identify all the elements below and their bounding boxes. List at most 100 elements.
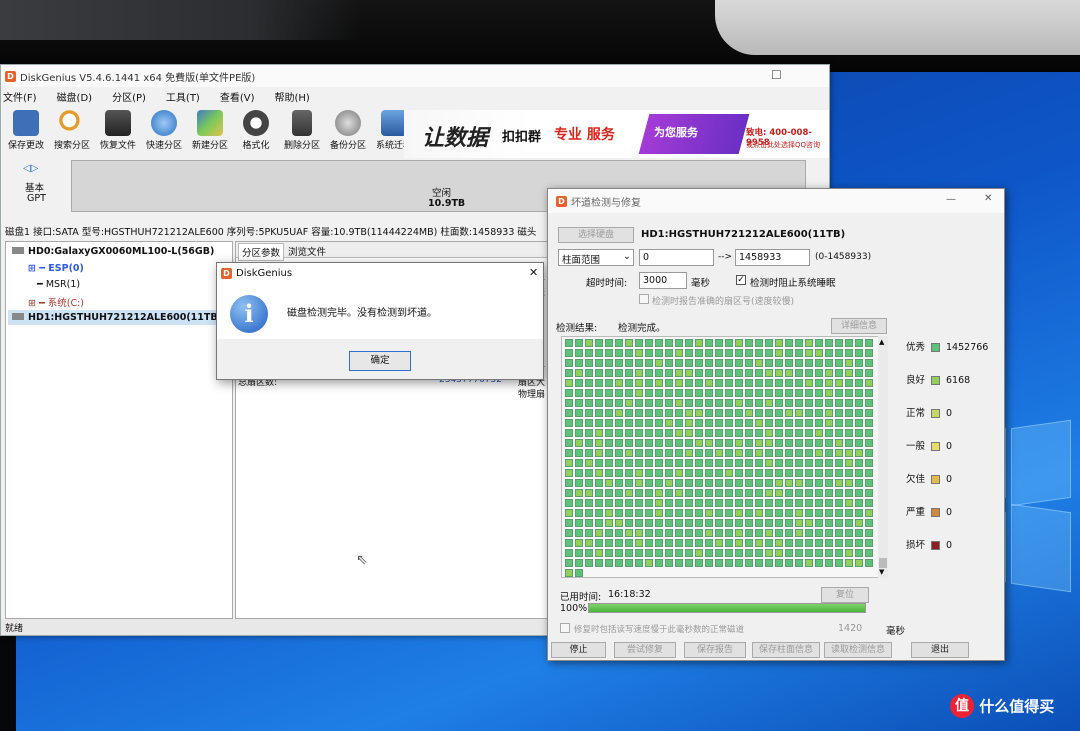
sector-block — [605, 549, 613, 557]
sector-block — [615, 369, 623, 377]
tab-browse-files[interactable]: 浏览文件 — [288, 244, 326, 258]
search-partition-button[interactable]: 搜索分区 — [49, 107, 95, 157]
tree-item-msr[interactable]: ━ MSR(1) — [28, 279, 80, 290]
sector-block — [585, 559, 593, 567]
tree-item-esp[interactable]: ⊞ ━ ESP(0) — [28, 263, 84, 274]
sector-block — [765, 469, 773, 477]
sector-block — [845, 529, 853, 537]
sector-block — [615, 409, 623, 417]
sector-block — [855, 419, 863, 427]
sector-block — [685, 449, 693, 457]
legend-label: 欠佳 — [906, 474, 926, 485]
scroll-up-icon[interactable]: ▲ — [879, 338, 884, 346]
sector-block — [745, 489, 753, 497]
tree-item-system-c[interactable]: ⊞ ━ 系统(C:) — [28, 295, 84, 309]
ok-button[interactable]: 确定 — [349, 351, 411, 371]
tree-item-hd1[interactable]: HD1:HGSTHUH721212ALE600(11TB — [8, 310, 230, 325]
sector-block — [705, 529, 713, 537]
sector-block — [705, 349, 713, 357]
tree-item-hd0[interactable]: HD0:GalaxyGX0060ML100-L(56GB) — [12, 246, 214, 257]
stop-button[interactable]: 停止 — [551, 642, 606, 658]
quick-partition-button[interactable]: 快速分区 — [141, 107, 187, 157]
ad-banner[interactable]: 让数据 扣扣群 专业 服务 为您服务 致电: 400-008-9958 或点击此… — [404, 110, 829, 158]
sector-block — [575, 339, 583, 347]
backup-partition-button[interactable]: 备份分区 — [325, 107, 371, 157]
reset-button[interactable]: 复位 — [821, 587, 869, 603]
sector-block — [755, 359, 763, 367]
menu-view[interactable]: 查看(V) — [220, 89, 255, 107]
nav-arrows-icon[interactable]: ◁▷ — [23, 163, 38, 174]
sector-block — [845, 419, 853, 427]
save-report-button[interactable]: 保存报告 — [684, 642, 746, 658]
sector-block — [845, 369, 853, 377]
sector-block — [805, 459, 813, 467]
sector-block — [685, 479, 693, 487]
legend-item: 正常 0 — [906, 405, 952, 419]
sector-block — [595, 459, 603, 467]
sector-block — [645, 549, 653, 557]
range-from-input[interactable]: 0 — [639, 249, 714, 266]
menu-file[interactable]: 文件(F) — [3, 89, 37, 107]
sector-block — [595, 339, 603, 347]
sector-block — [595, 519, 603, 527]
app-icon: D — [5, 70, 16, 82]
elapsed-time: 16:18:32 — [608, 589, 651, 600]
exit-button[interactable]: 退出 — [911, 642, 969, 658]
select-disk-button[interactable]: 选择硬盘 — [558, 227, 634, 243]
sector-block — [785, 559, 793, 567]
sector-block — [745, 339, 753, 347]
sector-block — [625, 449, 633, 457]
minimize-button[interactable]: — — [946, 194, 956, 205]
details-button[interactable]: 详细信息 — [831, 318, 887, 334]
repair-slow-checkbox[interactable] — [560, 623, 570, 633]
sector-block — [665, 359, 673, 367]
sector-block — [775, 509, 783, 517]
progress-text: 100% — [560, 603, 588, 614]
sector-block — [715, 399, 723, 407]
close-icon[interactable]: ✕ — [529, 266, 538, 279]
maximize-button[interactable]: ☐ — [771, 68, 782, 82]
read-scan-info-button[interactable]: 读取检测信息 — [824, 642, 892, 658]
tab-partition-params[interactable]: 分区参数 — [238, 243, 285, 261]
save-changes-button[interactable]: 保存更改 — [3, 107, 49, 157]
legend-item: 欠佳 0 — [906, 471, 952, 485]
range-to-input[interactable]: 1458933 — [735, 249, 810, 266]
recover-files-button[interactable]: 恢复文件 — [95, 107, 141, 157]
close-icon[interactable]: ✕ — [984, 193, 992, 204]
sector-block — [625, 459, 633, 467]
menu-partition[interactable]: 分区(P) — [112, 89, 146, 107]
sector-block — [695, 389, 703, 397]
range-type-select[interactable]: 柱面范围 ⌄ — [558, 249, 634, 266]
delete-partition-button[interactable]: 删除分区 — [279, 107, 325, 157]
new-partition-button[interactable]: 新建分区 — [187, 107, 233, 157]
timeout-input[interactable]: 3000 — [639, 272, 687, 289]
menu-tools[interactable]: 工具(T) — [166, 89, 200, 107]
sector-block — [605, 459, 613, 467]
sector-block — [795, 499, 803, 507]
sector-block — [845, 539, 853, 547]
legend-swatch — [931, 475, 941, 484]
sector-block — [645, 489, 653, 497]
sector-block — [775, 399, 783, 407]
save-cylinder-button[interactable]: 保存柱面信息 — [752, 642, 820, 658]
sector-block — [695, 399, 703, 407]
sector-block — [685, 359, 693, 367]
scroll-down-icon[interactable]: ▼ — [879, 568, 884, 576]
chevron-down-icon: ⌄ — [623, 251, 631, 262]
menu-disk[interactable]: 磁盘(D) — [57, 89, 93, 107]
sector-block — [595, 539, 603, 547]
stop-sleep-checkbox[interactable]: ✓ — [736, 275, 746, 285]
scrollbar-thumb[interactable] — [879, 558, 887, 568]
sector-block — [705, 469, 713, 477]
try-repair-button[interactable]: 尝试修复 — [614, 642, 676, 658]
sector-block — [715, 359, 723, 367]
sector-block — [815, 379, 823, 387]
sector-block — [735, 389, 743, 397]
menu-help[interactable]: 帮助(H) — [275, 89, 310, 107]
report-sector-checkbox[interactable] — [639, 294, 649, 304]
sector-block — [695, 489, 703, 497]
sector-block — [655, 489, 663, 497]
sector-map-scrollbar[interactable]: ▲ ▼ — [878, 336, 888, 578]
mouse-cursor-icon: ⇖ — [356, 552, 368, 568]
format-button[interactable]: 格式化 — [233, 107, 279, 157]
